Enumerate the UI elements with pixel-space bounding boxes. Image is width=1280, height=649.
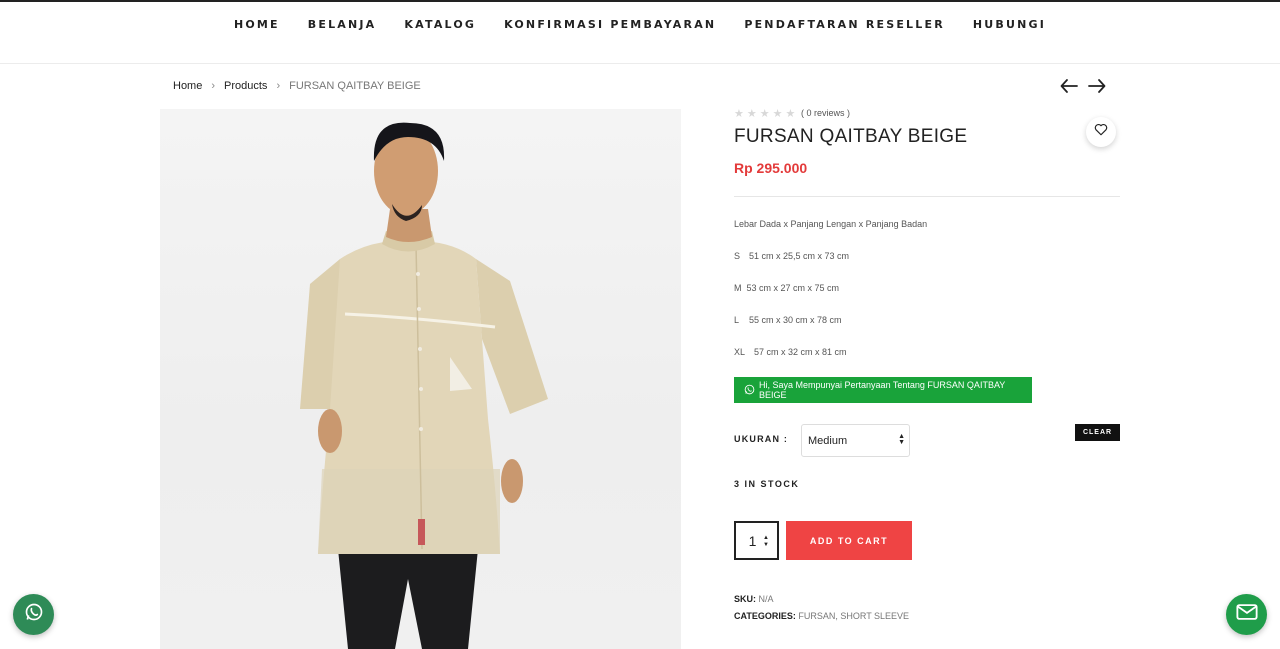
wishlist-button[interactable]: [1086, 117, 1116, 147]
main-nav: HOME BELANJA KATALOG KONFIRMASI PEMBAYAR…: [0, 2, 1280, 64]
size-dims: 55 cm x 30 cm x 78 cm: [749, 315, 842, 325]
nav-konfirmasi-pembayaran[interactable]: KONFIRMASI PEMBAYARAN: [504, 18, 716, 31]
breadcrumb-home[interactable]: Home: [173, 80, 202, 92]
size-code: M: [734, 283, 742, 293]
rating-stars: ★ ★ ★ ★ ★: [734, 107, 795, 120]
floating-mail-button[interactable]: [1226, 594, 1267, 635]
size-row-l: L 55 cm x 30 cm x 78 cm: [734, 315, 842, 325]
whatsapp-icon: [24, 602, 44, 627]
star-icon: ★: [785, 108, 796, 120]
product-price: Rp 295.000: [734, 160, 808, 176]
product-title: FURSAN QAITBAY BEIGE: [734, 126, 968, 147]
star-icon: ★: [746, 108, 757, 120]
clear-button[interactable]: CLEAR: [1075, 424, 1120, 441]
size-code: S: [734, 251, 741, 261]
size-row-m: M 53 cm x 27 cm x 75 cm: [734, 283, 839, 293]
whatsapp-inquiry-label: Hi, Saya Mempunyai Pertanyaan Tentang FU…: [759, 380, 1006, 400]
heart-icon: [1094, 123, 1108, 141]
nav-belanja[interactable]: BELANJA: [308, 18, 377, 31]
chevron-right-icon: ›: [276, 80, 281, 92]
spinner-arrows-icon[interactable]: ▲ ▼: [763, 535, 769, 549]
size-row-s: S 51 cm x 25,5 cm x 73 cm: [734, 251, 849, 261]
mail-icon: [1235, 603, 1258, 626]
reviews-link[interactable]: ( 0 reviews ): [801, 108, 850, 118]
size-label: UKURAN :: [734, 434, 789, 444]
size-code: XL: [734, 347, 746, 357]
floating-whatsapp-button[interactable]: [13, 594, 54, 635]
size-dims: 57 cm x 32 cm x 81 cm: [754, 347, 847, 357]
nav-hubungi[interactable]: HUBUNGI: [973, 18, 1046, 31]
nav-pendaftaran-reseller[interactable]: PENDAFTARAN RESELLER: [744, 18, 945, 31]
size-code: L: [734, 315, 740, 325]
sku-label: SKU:: [734, 594, 756, 604]
categories-value[interactable]: FURSAN, SHORT SLEEVE: [798, 611, 909, 621]
size-dims: 53 cm x 27 cm x 75 cm: [746, 283, 840, 293]
sku-value: N/A: [758, 594, 774, 604]
breadcrumb-products[interactable]: Products: [224, 80, 267, 92]
chevron-right-icon: ›: [211, 80, 216, 92]
breadcrumb-current: FURSAN QAITBAY BEIGE: [289, 80, 421, 92]
arrow-left-icon[interactable]: [1060, 76, 1078, 96]
star-icon: ★: [772, 108, 783, 120]
categories-line: CATEGORIES: FURSAN, SHORT SLEEVE: [734, 611, 909, 621]
size-select[interactable]: Medium ▲ ▼: [801, 424, 910, 457]
size-select-value: Medium: [808, 434, 848, 447]
categories-label: CATEGORIES:: [734, 611, 796, 621]
whatsapp-icon: [744, 384, 759, 397]
breadcrumb: Home › Products › FURSAN QAITBAY BEIGE: [173, 80, 421, 92]
star-icon: ★: [759, 108, 770, 120]
quantity-value: 1: [748, 532, 757, 549]
nav-home[interactable]: HOME: [234, 18, 280, 31]
sku-line: SKU: N/A: [734, 594, 774, 604]
whatsapp-inquiry-button[interactable]: Hi, Saya Mempunyai Pertanyaan Tentang FU…: [734, 377, 1032, 403]
stock-status: 3 IN STOCK: [734, 479, 800, 489]
size-chart-header: Lebar Dada x Panjang Lengan x Panjang Ba…: [734, 219, 928, 229]
product-image[interactable]: [160, 109, 681, 649]
add-to-cart-button[interactable]: ADD TO CART: [786, 521, 912, 560]
select-caret-icon: ▲ ▼: [898, 433, 905, 446]
product-nav-arrows: [1060, 76, 1106, 96]
nav-katalog[interactable]: KATALOG: [404, 18, 476, 31]
size-row-xl: XL 57 cm x 32 cm x 81 cm: [734, 347, 847, 357]
quantity-stepper[interactable]: 1 ▲ ▼: [734, 521, 779, 560]
star-icon: ★: [734, 108, 744, 120]
model-photo: [300, 122, 548, 649]
size-dims: 51 cm x 25,5 cm x 73 cm: [749, 251, 850, 261]
arrow-right-icon[interactable]: [1088, 76, 1106, 96]
divider: [734, 196, 1120, 197]
